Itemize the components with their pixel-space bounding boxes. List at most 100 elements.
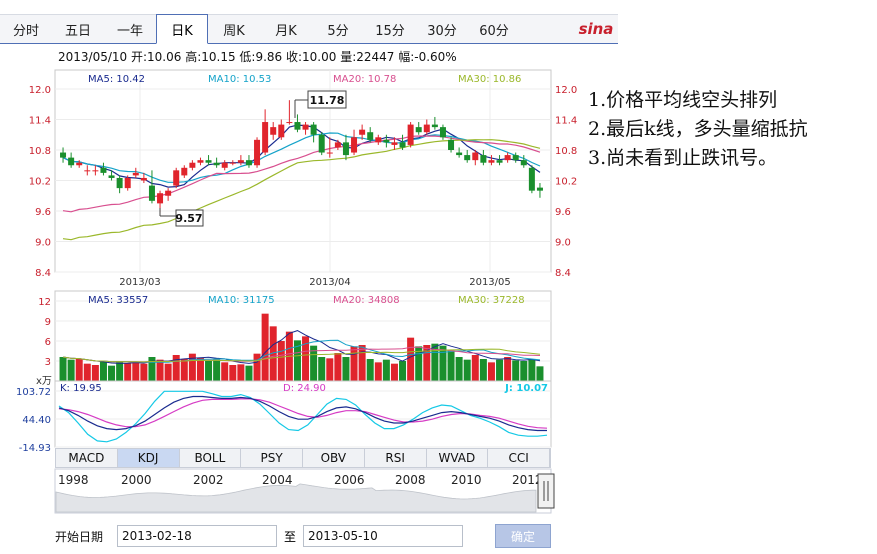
volume-bar [382,359,390,381]
volume-bar [237,364,245,381]
tab-psy[interactable]: PSY [241,449,303,467]
volume-bar [164,363,172,381]
price-tick-right: 8.4 [555,268,571,279]
volume-bar [277,341,285,381]
candle-body [116,177,123,189]
volume-bar [471,355,479,381]
volume-bar [67,359,75,381]
kdj-label: K: 19.95 [60,383,102,394]
candle-body [407,124,414,145]
volume-y-axis: 12 9 6 3 [38,297,51,368]
volume-bar [253,353,261,381]
tab-kdj[interactable]: KDJ [117,449,180,467]
end-date-input[interactable] [303,525,463,547]
volume-ma-label: MA10: 31175 [208,295,275,306]
price-tick-right: 10.2 [555,177,577,188]
price-x-label: 2013/03 [119,277,161,288]
price-tick-left: 11.4 [29,116,51,127]
volume-ma-label: MA30: 37228 [458,295,525,306]
overview-year-label: 2006 [334,473,365,487]
candle-body [520,160,527,166]
price-tick-left: 10.2 [29,177,51,188]
volume-bar [221,362,229,381]
candle-body [294,122,301,130]
tab-obv[interactable]: OBV [303,449,365,467]
candle-body [124,177,131,189]
stock-chart-screen: { "tabs":["分时","五日","一年","日K","周K","月K",… [0,0,877,554]
date-range-row: 开始日期 至 确定 [55,523,551,549]
kdj-label: D: 24.90 [283,383,326,394]
volume-bar [180,359,188,381]
volume-bar [512,360,520,381]
overview-year-label: 2010 [451,473,482,487]
candle-body [334,142,341,148]
candle-body [302,124,309,130]
note-3: 3.尚未看到止跌讯号。 [588,147,778,169]
low-price-label: 9.57 [175,212,202,225]
volume-bar [229,365,237,381]
confirm-button[interactable]: 确定 [495,524,551,548]
volume-ma-label: MA20: 34808 [333,295,400,306]
candle-body [60,152,67,158]
price-x-label: 2013/05 [469,277,511,288]
candle-body [205,160,212,163]
candle-body [173,170,180,186]
start-date-input[interactable] [117,525,277,547]
candle-body [326,152,333,154]
candle-body [464,155,471,161]
volume-bar [342,357,350,381]
candle-body [536,187,543,191]
kdj-tick: -14.93 [19,443,51,454]
candle-body [472,152,479,161]
price-tick-left: 12.0 [29,85,51,96]
candle-body [359,129,366,135]
candle-body [140,177,147,181]
candle-body [496,160,503,163]
candle-body [262,122,269,153]
candle-body [286,122,293,124]
analysis-notes: 1.价格平均线空头排列 2.最后k线，多头量缩抵抗 3.尚未看到止跌讯号。 [588,86,808,173]
volume-bar [83,363,91,381]
price-ma-label: MA10: 10.53 [208,74,271,85]
price-x-axis: 2013/03 2013/04 2013/05 [119,277,511,288]
range-slider-handle[interactable] [537,473,555,509]
volume-bar [366,359,374,381]
tab-rsi[interactable]: RSI [365,449,427,467]
volume-bar [75,359,83,381]
tab-boll[interactable]: BOLL [180,449,242,467]
volume-bar [148,357,156,381]
kdj-label: J: 10.07 [504,383,548,394]
overview-year-label: 1998 [58,473,89,487]
kdj-tick: 44.40 [22,415,51,426]
price-tick-right: 9.0 [555,238,571,249]
candle-body [221,162,228,168]
volume-bar [463,359,471,381]
start-date-label: 开始日期 [55,529,104,544]
price-tick-left: 10.8 [29,146,51,157]
tab-macd[interactable]: MACD [56,449,118,467]
candle-body [189,162,196,168]
volume-bar [156,359,164,381]
candle-body [100,167,107,173]
volume-bar [350,346,358,381]
candle-body [456,152,463,156]
price-x-label: 2013/04 [309,277,351,288]
candle-body [415,127,422,133]
indicator-tabs: MACD KDJ BOLL PSY OBV RSI WVAD CCI [55,448,551,468]
volume-bar [479,359,487,381]
candle-body [367,132,374,140]
candle-body [351,137,358,153]
candle-body [237,160,244,163]
tab-cci[interactable]: CCI [488,449,550,467]
volume-bar [124,363,132,381]
volume-bar [390,363,398,381]
stock-chart-svg: 12.0 12.0 11.4 11.4 10.8 10.8 10.2 10.2 9.6 9.6 9.… [16,69,577,514]
volume-bar [407,337,415,381]
note-1: 1.价格平均线空头排列 [588,89,778,111]
tab-wvad[interactable]: WVAD [427,449,489,467]
candle-body [254,139,261,166]
volume-bar [326,358,334,381]
volume-unit-label: x万 [36,376,52,387]
volume-bar [132,361,140,381]
candle-body [310,124,317,135]
